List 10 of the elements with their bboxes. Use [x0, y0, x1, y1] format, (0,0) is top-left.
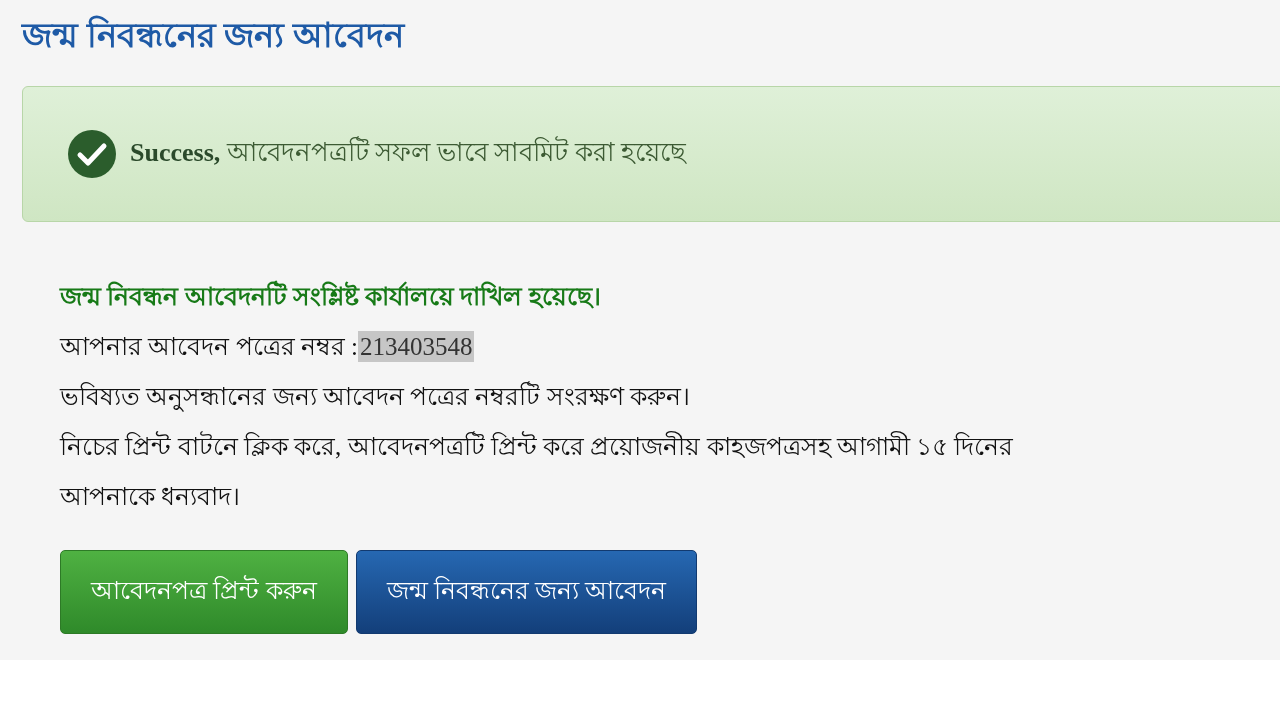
- instruction-text: ভবিষ্যত অনুসন্ধানের জন্য আবেদন পত্রের নম্বরটি সংরক্ষণ করুন।: [60, 380, 691, 414]
- instruction-text: আপনাকে ধন্যবাদ।: [60, 482, 242, 512]
- confirmation-text: জন্ম নিবন্ধন আবেদনটি সংশ্লিষ্ট কার্যালয়ে দাখিল হয়েছে।: [60, 272, 1280, 322]
- page-title: জন্ম নিবন্ধনের জন্য আবেদন: [22, 14, 407, 56]
- application-number: 213403548: [357, 331, 475, 362]
- check-circle-icon: [68, 130, 116, 178]
- application-number-label: আপনার আবেদন পত্রের নম্বর :: [60, 333, 358, 360]
- alert-message: Success, আবেদনপত্রটি সফল ভাবে সাবমিট করা হয়েছে: [130, 135, 687, 169]
- apply-button[interactable]: জন্ম নিবন্ধনের জন্য আবেদন: [355, 550, 698, 634]
- instruction-text: নিচের প্রিন্ট বাটনে ক্লিক করে, আবেদনপত্রটি প্রিন্ট করে প্রয়োজনীয় কাহজপত্রসহ আগামী ১৫ দিনের: [60, 430, 1015, 462]
